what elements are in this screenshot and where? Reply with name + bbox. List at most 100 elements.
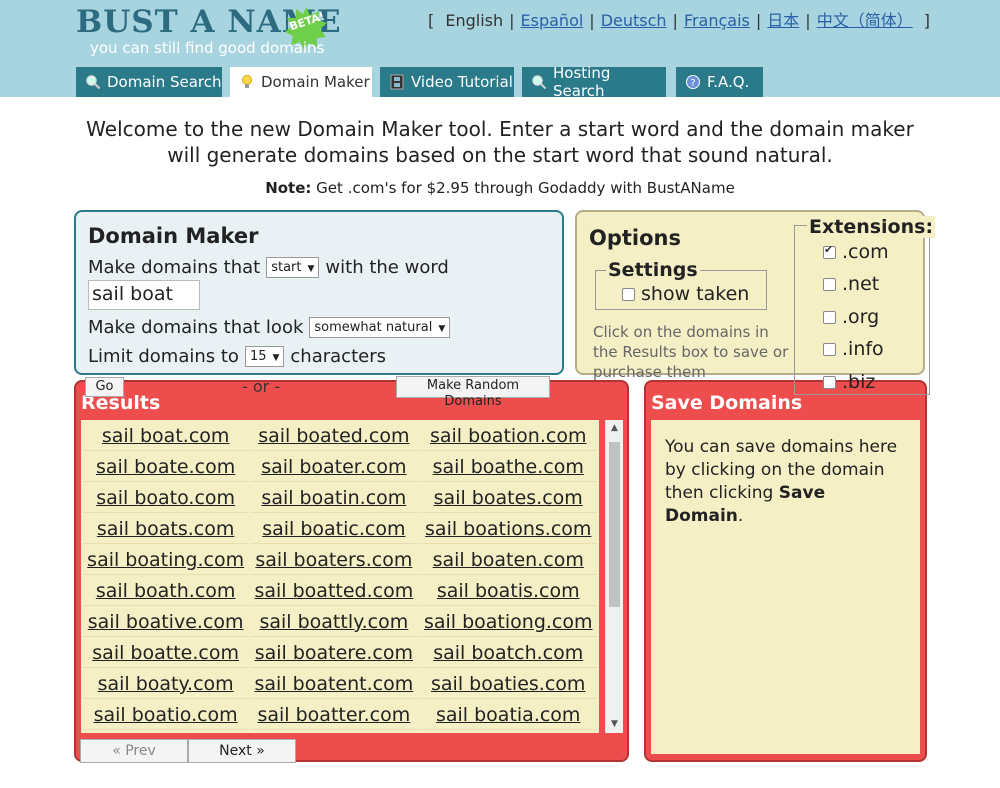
table-row: sail boats.com sail boatic.com sail boatio… bbox=[83, 515, 597, 544]
domain-result-link[interactable]: sail boaters.com bbox=[250, 546, 418, 575]
domain-result-link[interactable]: sail boatis.com bbox=[419, 577, 597, 606]
table-row: sail boative.com sail boattly.com sail boa… bbox=[83, 608, 597, 637]
show-taken-option[interactable]: show taken bbox=[622, 283, 749, 305]
save-domains-box: You can save domains here by clicking on… bbox=[651, 420, 920, 754]
results-table: sail boat.com sail boated.com sail boation… bbox=[81, 420, 599, 732]
word-position-select[interactable]: start ▼ bbox=[266, 257, 320, 278]
options-title: Options bbox=[589, 226, 681, 250]
scrollbar-thumb[interactable] bbox=[609, 442, 620, 607]
domain-result-link[interactable]: sail boaties.com bbox=[419, 670, 597, 699]
go-button[interactable]: Go bbox=[85, 377, 124, 397]
domain-result-link[interactable]: sail boat.com bbox=[83, 422, 249, 451]
options-help-text: Click on the domains in the Results box … bbox=[593, 323, 789, 381]
table-row: sail boatte.com sail boatere.com sail boat… bbox=[83, 639, 597, 668]
ext-biz-checkbox[interactable] bbox=[823, 375, 836, 389]
tab-video-tutorial[interactable]: Video Tutorial bbox=[380, 67, 514, 97]
domain-result-link[interactable]: sail boater.com bbox=[250, 453, 418, 482]
tab-hosting-search[interactable]: Hosting Search bbox=[522, 64, 666, 100]
scroll-down-icon[interactable]: ▼ bbox=[606, 716, 623, 733]
domain-result-link[interactable]: sail boates.com bbox=[419, 484, 597, 513]
tab-domain-maker[interactable]: Domain Maker bbox=[230, 67, 372, 97]
next-page-button[interactable]: Next » bbox=[188, 739, 296, 763]
table-row: sail boath.com sail boatted.com sail boati… bbox=[83, 577, 597, 606]
start-word-input[interactable]: sail boat bbox=[88, 280, 200, 310]
lang-japanese[interactable]: 日本 bbox=[767, 11, 799, 30]
domain-result-link[interactable]: sail boatic.com bbox=[250, 515, 418, 544]
scroll-up-icon[interactable]: ▲ bbox=[606, 420, 623, 437]
extensions-fieldset: Extensions: .com .net .org .info .biz bbox=[794, 216, 936, 395]
logo[interactable]: BUST A NAME BETA! you can still find goo… bbox=[76, 4, 341, 60]
domain-result-link[interactable]: sail boations.com bbox=[419, 515, 597, 544]
domain-result-link[interactable]: sail boatte.com bbox=[83, 639, 249, 668]
lang-espanol[interactable]: Español bbox=[521, 11, 584, 30]
domain-result-link[interactable]: sail boatio.com bbox=[83, 701, 249, 730]
ext-net-option[interactable]: .net bbox=[823, 273, 879, 295]
lang-deutsch[interactable]: Deutsch bbox=[601, 11, 667, 30]
extensions-legend: Extensions: bbox=[807, 216, 936, 238]
ext-net-checkbox[interactable] bbox=[823, 277, 836, 291]
domain-result-link[interactable]: sail boats.com bbox=[83, 515, 249, 544]
domain-result-link[interactable]: sail boatere.com bbox=[250, 639, 418, 668]
save-domains-title: Save Domains bbox=[651, 392, 803, 414]
domain-result-link[interactable]: sail boating.com bbox=[83, 546, 249, 575]
naturalness-select[interactable]: somewhat natural ▼ bbox=[309, 317, 451, 338]
ext-biz-option[interactable]: .biz bbox=[823, 371, 875, 393]
magnifier-icon bbox=[85, 74, 101, 90]
domain-result-link[interactable]: sail boaty.com bbox=[83, 670, 249, 699]
domain-result-link[interactable]: sail boatter.com bbox=[250, 701, 418, 730]
tab-domain-search[interactable]: Domain Search bbox=[76, 67, 222, 97]
results-scrollbar[interactable]: ▲ ▼ bbox=[605, 420, 623, 733]
lightbulb-icon bbox=[239, 74, 255, 90]
lang-chinese[interactable]: 中文（简体） bbox=[817, 11, 913, 30]
start-word-row: Make domains that start ▼ with the word bbox=[88, 257, 449, 278]
film-icon bbox=[389, 74, 405, 90]
chevron-down-icon: ▼ bbox=[307, 264, 315, 274]
domain-result-link[interactable]: sail boath.com bbox=[83, 577, 249, 606]
domain-result-link[interactable]: sail boatent.com bbox=[250, 670, 418, 699]
results-grid: sail boat.com sail boated.com sail boation… bbox=[81, 420, 599, 733]
length-limit-select[interactable]: 15 ▼ bbox=[244, 346, 285, 367]
show-taken-checkbox[interactable] bbox=[622, 287, 635, 301]
domain-result-link[interactable]: sail boatia.com bbox=[419, 701, 597, 730]
domain-result-link[interactable]: sail boathe.com bbox=[419, 453, 597, 482]
domain-result-link[interactable]: sail boatch.com bbox=[419, 639, 597, 668]
domain-result-link[interactable]: sail boate.com bbox=[83, 453, 249, 482]
domain-result-link[interactable]: sail boation.com bbox=[419, 422, 597, 451]
ext-info-checkbox[interactable] bbox=[823, 342, 836, 356]
domain-result-link[interactable]: sail boatin.com bbox=[250, 484, 418, 513]
ext-org-option[interactable]: .org bbox=[823, 306, 879, 328]
tab-faq[interactable]: ? F.A.Q. bbox=[676, 67, 763, 97]
ext-info-option[interactable]: .info bbox=[823, 338, 884, 360]
domain-result-link[interactable]: sail boattly.com bbox=[250, 608, 418, 637]
settings-fieldset: Settings show taken bbox=[595, 259, 767, 310]
save-domains-panel: Save Domains You can save domains here b… bbox=[644, 380, 927, 762]
domain-result-link[interactable]: sail boaten.com bbox=[419, 546, 597, 575]
domain-maker-title: Domain Maker bbox=[88, 224, 259, 248]
ext-org-checkbox[interactable] bbox=[823, 310, 836, 324]
ext-com-option[interactable]: .com bbox=[823, 241, 889, 263]
table-row: sail boat.com sail boated.com sail boation… bbox=[83, 422, 597, 451]
godaddy-note: Note: Get .com's for $2.95 through Godad… bbox=[265, 179, 735, 197]
length-limit-row: Limit domains to 15 ▼ characters bbox=[88, 346, 386, 367]
lang-english[interactable]: English bbox=[445, 11, 503, 30]
domain-result-link[interactable]: sail boative.com bbox=[83, 608, 249, 637]
table-row: sail boatio.com sail boatter.com sail boat… bbox=[83, 701, 597, 730]
make-random-domains-button[interactable]: Make Random Domains bbox=[396, 376, 550, 409]
naturalness-row: Make domains that look somewhat natural ▼ bbox=[88, 317, 451, 338]
language-selector: [ English | Español | Deutsch | Français | 日本 | 中文… bbox=[428, 11, 931, 30]
prev-page-button[interactable]: « Prev bbox=[80, 739, 188, 763]
svg-text:?: ? bbox=[690, 78, 695, 89]
logo-tagline: you can still find good domains bbox=[90, 39, 325, 57]
lang-francais[interactable]: Français bbox=[684, 11, 750, 30]
settings-legend: Settings bbox=[606, 259, 700, 281]
domain-result-link[interactable]: sail boated.com bbox=[250, 422, 418, 451]
ext-com-checkbox[interactable] bbox=[823, 243, 836, 259]
table-row: sail boate.com sail boater.com sail boathe… bbox=[83, 453, 597, 482]
domain-maker-panel: Domain Maker Make domains that start ▼ wi… bbox=[74, 210, 564, 375]
domain-result-link[interactable]: sail boato.com bbox=[83, 484, 249, 513]
domain-result-link[interactable]: sail boatted.com bbox=[250, 577, 418, 606]
results-panel: Results sail boat.com sail boated.com sail… bbox=[74, 380, 629, 762]
domain-result-link[interactable]: sail boationg.com bbox=[419, 608, 597, 637]
chevron-down-icon: ▼ bbox=[272, 353, 280, 363]
or-separator: - or - bbox=[242, 377, 281, 396]
